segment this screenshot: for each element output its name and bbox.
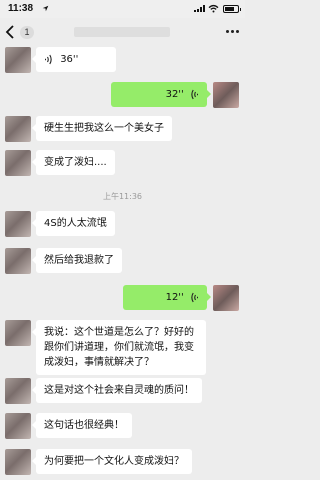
unread-count-badge[interactable]: 1 <box>20 26 34 39</box>
voice-wave-icon <box>191 89 198 99</box>
status-bar: 11:38 <box>0 0 245 18</box>
voice-wave-icon <box>191 292 198 302</box>
voice-duration: 32'' <box>165 89 184 100</box>
self-avatar[interactable] <box>213 285 239 311</box>
location-arrow-icon <box>42 5 49 12</box>
contact-avatar[interactable] <box>5 378 31 404</box>
text-message-bubble[interactable]: 为何要把一个文化人变成泼妇？ <box>32 449 192 474</box>
voice-wave-icon <box>45 54 52 64</box>
status-time: 11:38 <box>8 3 34 14</box>
contact-avatar[interactable] <box>5 47 31 73</box>
battery-icon <box>223 5 241 13</box>
text-message-bubble[interactable]: 我说：这个世道是怎么了？好好的跟你们讲道理，你们就流氓，我变成泼妇，事情就解决了… <box>32 320 206 375</box>
contact-avatar[interactable] <box>5 248 31 274</box>
wifi-icon <box>208 4 219 13</box>
self-avatar[interactable] <box>213 82 239 108</box>
contact-avatar[interactable] <box>5 320 31 346</box>
voice-message-bubble[interactable]: 32'' <box>111 82 211 107</box>
more-options-icon[interactable] <box>226 30 239 33</box>
cellular-signal-icon <box>194 5 205 12</box>
text-message-bubble[interactable]: 然后给我退款了 <box>32 248 122 273</box>
voice-message-bubble[interactable]: 12'' <box>123 285 211 310</box>
voice-message-bubble[interactable]: 36'' <box>32 47 116 72</box>
text-message-bubble[interactable]: 这是对这个社会来自灵魂的质问！ <box>32 378 202 403</box>
text-message-bubble[interactable]: 变成了泼妇.... <box>32 150 115 175</box>
chat-header: 1 <box>0 18 245 46</box>
text-message-bubble[interactable]: 4S的人太流氓 <box>32 211 115 236</box>
contact-avatar[interactable] <box>5 211 31 237</box>
contact-avatar[interactable] <box>5 449 31 475</box>
chat-timestamp: 上午11:36 <box>102 192 143 201</box>
contact-avatar[interactable] <box>5 413 31 439</box>
back-chevron-icon[interactable] <box>4 24 18 40</box>
contact-avatar[interactable] <box>5 116 31 142</box>
contact-avatar[interactable] <box>5 150 31 176</box>
text-message-bubble[interactable]: 硬生生把我这么一个美女子 <box>32 116 172 141</box>
voice-duration: 36'' <box>60 54 79 65</box>
text-message-bubble[interactable]: 这句话也很经典！ <box>32 413 132 438</box>
blurred-contact-name <box>74 27 170 37</box>
voice-duration: 12'' <box>165 292 184 303</box>
